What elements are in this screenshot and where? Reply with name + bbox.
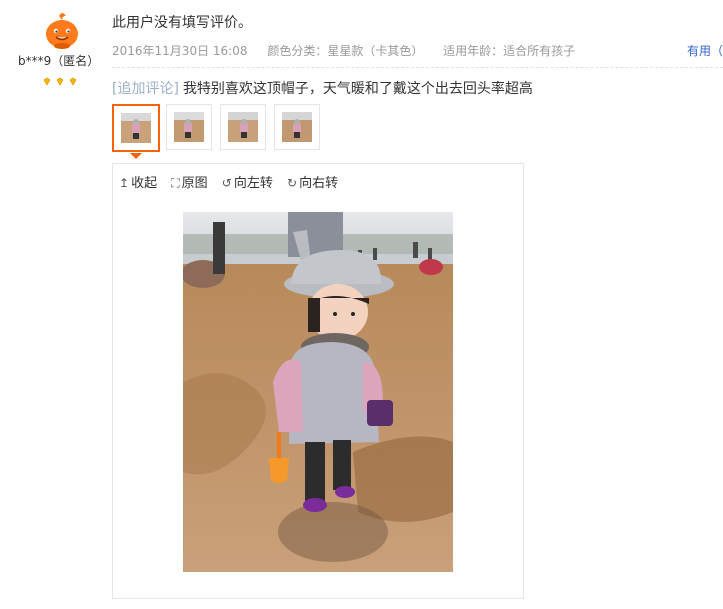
- photo-thumb-icon: [282, 112, 312, 142]
- photo-thumb-1[interactable]: [112, 104, 160, 152]
- photo-thumb-icon: [174, 112, 204, 142]
- rotate-left-button[interactable]: ↺ 向左转: [222, 172, 273, 191]
- review-date: 2016年11月30日 16:08: [112, 44, 248, 58]
- photo-thumb-icon: [121, 113, 151, 143]
- rotate-right-icon: ↻: [287, 176, 298, 190]
- rotate-left-icon: ↺: [221, 176, 232, 190]
- original-image-button[interactable]: ⛶ 原图: [171, 172, 207, 191]
- collapse-label: 收起: [131, 176, 158, 191]
- rotate-left-label: 向左转: [233, 176, 273, 191]
- review-meta: 2016年11月30日 16:08 颜色分类：星星款（卡其色） 适用年龄：适合所…: [112, 42, 723, 60]
- useful-button[interactable]: 有用（0: [687, 42, 723, 59]
- age-range: 适用年龄：适合所有孩子: [443, 44, 576, 58]
- appended-comment: [追加评论] 我特别喜欢这顶帽子，天气暖和了戴这个出去回头率超高: [112, 78, 533, 98]
- color-category: 颜色分类：星星款（卡其色）: [267, 44, 424, 58]
- review-item: b***9（匿名） 此用户没有填写评价。 2016年11月30日 16:08 颜…: [0, 0, 723, 609]
- append-text: 我特别喜欢这顶帽子，天气暖和了戴这个出去回头率超高: [182, 81, 533, 97]
- user-level-badge: [42, 72, 82, 86]
- photo-thumb-2[interactable]: [166, 104, 212, 150]
- append-tag: [追加评论]: [112, 81, 179, 97]
- gold-diamond-icon: [43, 77, 77, 86]
- user-avatar[interactable]: [42, 10, 82, 50]
- photo-viewer: ↥ 收起 ⛶ 原图 ↺ 向左转 ↻ 向右转: [112, 163, 524, 599]
- username: b***9（匿名）: [18, 54, 100, 68]
- photo-thumb-3[interactable]: [220, 104, 266, 150]
- child-in-hat-photo: [183, 212, 453, 572]
- rotate-right-button[interactable]: ↻ 向右转: [287, 172, 338, 191]
- original-label: 原图: [181, 176, 208, 191]
- photo-thumb-4[interactable]: [274, 104, 320, 150]
- photo-thumb-icon: [228, 112, 258, 142]
- arrow-up-icon: ↥: [119, 176, 130, 190]
- divider: [112, 67, 723, 68]
- viewer-toolbar: ↥ 收起 ⛶ 原图 ↺ 向左转 ↻ 向右转: [119, 172, 348, 191]
- active-thumb-pointer: [130, 153, 142, 159]
- rotate-right-label: 向右转: [299, 176, 339, 191]
- expand-icon: ⛶: [171, 176, 180, 190]
- review-text: 此用户没有填写评价。: [112, 15, 252, 31]
- orange-mascot-avatar-icon: [42, 10, 82, 50]
- review-photo[interactable]: [183, 212, 453, 572]
- collapse-button[interactable]: ↥ 收起: [119, 172, 157, 191]
